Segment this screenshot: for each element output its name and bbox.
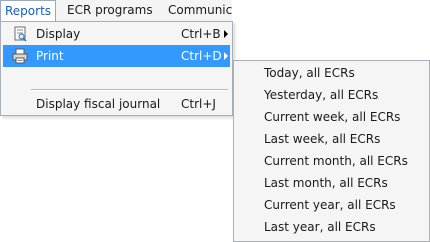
submenu-item-today[interactable]: Today, all ECRs xyxy=(264,62,355,84)
submenu-item-current-month[interactable]: Current month, all ECRs xyxy=(264,150,408,172)
submenu-item-last-year[interactable]: Last year, all ECRs xyxy=(264,216,376,238)
menu-item-shortcut: Ctrl+D xyxy=(181,49,222,63)
submenu-item-current-week[interactable]: Current week, all ECRs xyxy=(264,106,400,128)
menu-item-label: Display xyxy=(36,27,81,41)
reports-dropdown: Display Ctrl+B Print Ctrl+D Display fisc… xyxy=(0,21,233,116)
menu-item-label: Display fiscal journal xyxy=(36,97,161,111)
print-submenu: Today, all ECRs Yesterday, all ECRs Curr… xyxy=(233,60,430,242)
menu-ecr-programs[interactable]: ECR programs xyxy=(63,0,157,21)
menu-item-print[interactable]: Print Ctrl+D xyxy=(3,45,230,67)
menu-item-display[interactable]: Display Ctrl+B xyxy=(3,23,230,45)
submenu-item-yesterday[interactable]: Yesterday, all ECRs xyxy=(264,84,378,106)
submenu-arrow-icon xyxy=(224,30,228,38)
menu-reports[interactable]: Reports xyxy=(0,0,57,21)
print-icon xyxy=(12,48,28,64)
menu-item-label: Print xyxy=(36,49,64,63)
menu-item-shortcut: Ctrl+J xyxy=(181,97,216,111)
menu-item-display-fiscal-journal[interactable]: Display fiscal journal Ctrl+J xyxy=(3,93,230,115)
menu-communic[interactable]: Communic. xyxy=(164,0,232,21)
submenu-item-last-week[interactable]: Last week, all ECRs xyxy=(264,128,380,150)
menu-item-shortcut: Ctrl+B xyxy=(181,27,221,41)
submenu-arrow-icon xyxy=(224,52,228,60)
submenu-item-current-year[interactable]: Current year, all ECRs xyxy=(264,194,396,216)
display-icon xyxy=(14,26,27,42)
menu-separator xyxy=(31,89,228,91)
submenu-item-last-month[interactable]: Last month, all ECRs xyxy=(264,172,388,194)
menu-bar: Reports ECR programs Communic. xyxy=(0,0,232,22)
